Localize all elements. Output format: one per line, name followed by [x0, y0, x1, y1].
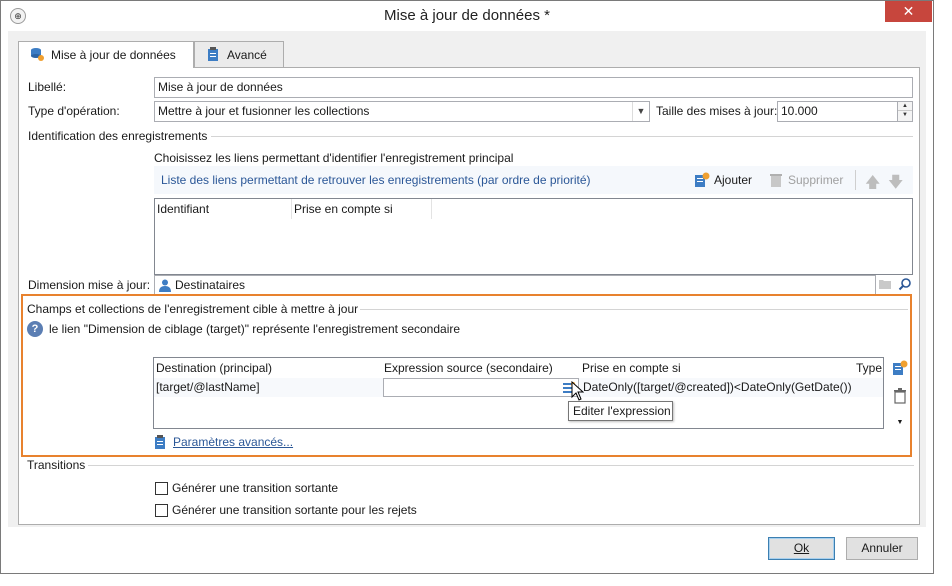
links-toolbar: Liste des liens permettant de retrouver …: [154, 166, 913, 194]
move-down-icon[interactable]: 🡇: [888, 172, 904, 191]
clipboard-icon: [155, 435, 165, 449]
expression-source-input[interactable]: [383, 378, 579, 397]
ok-label: Ok: [793, 541, 810, 555]
dimension-field[interactable]: Destinataires: [154, 275, 876, 296]
grid-column-header[interactable]: Expression source (secondaire): [382, 358, 580, 378]
clipboard-icon: [208, 47, 218, 61]
title-bar: ⊕ Mise à jour de données * ✕: [1, 1, 933, 31]
grid-column-header[interactable]: Type: [854, 358, 884, 378]
row-condition: DateOnly([target/@created])<DateOnly(Get…: [583, 380, 852, 394]
folder-icon[interactable]: [876, 277, 894, 295]
add-icon: [695, 172, 710, 187]
trash-icon[interactable]: [891, 388, 909, 406]
stepper-up-icon[interactable]: ▲: [898, 102, 912, 111]
add-field-icon[interactable]: [891, 360, 909, 378]
identification-instruction: Choisissez les liens permettant d'identi…: [154, 151, 514, 165]
transition-checkbox-label: Générer une transition sortante: [172, 481, 339, 495]
tab-avance[interactable]: Avancé: [194, 41, 284, 67]
rejects-transition-checkbox[interactable]: [155, 504, 168, 517]
grid-column-header[interactable]: Prise en compte si: [292, 199, 432, 219]
window-title: Mise à jour de données *: [384, 7, 550, 24]
tooltip: Editer l'expression: [568, 401, 673, 421]
search-icon[interactable]: [896, 277, 914, 295]
links-grid[interactable]: Identifiant Prise en compte si: [154, 198, 913, 275]
dimension-label: Dimension mise à jour:: [28, 278, 151, 292]
section-divider: [211, 136, 913, 137]
transitions-section-title: Transitions: [27, 458, 86, 472]
stepper-buttons[interactable]: ▲ ▼: [897, 102, 912, 121]
links-list-title: Liste des liens permettant de retrouver …: [161, 173, 591, 187]
cancel-label: Annuler: [861, 541, 903, 555]
libelle-input[interactable]: Mise à jour de données: [154, 77, 913, 98]
type-operation-label: Type d'opération:: [28, 104, 120, 118]
champs-info-text: le lien "Dimension de ciblage (target)" …: [49, 322, 461, 336]
taille-value: 10.000: [781, 104, 818, 118]
fields-grid[interactable]: Destination (principal) Expression sourc…: [153, 357, 884, 429]
section-divider: [360, 309, 908, 310]
type-operation-select[interactable]: Mettre à jour et fusionner les collectio…: [154, 101, 650, 122]
grid-column-header[interactable]: Identifiant: [155, 199, 292, 219]
identification-section-title: Identification des enregistrements: [28, 129, 208, 143]
fields-grid-header: Destination (principal) Expression sourc…: [154, 358, 883, 378]
libelle-label: Libellé:: [28, 80, 67, 94]
move-up-icon[interactable]: 🡅: [865, 172, 881, 191]
delete-link-button[interactable]: Supprimer: [768, 172, 848, 188]
help-icon: ?: [27, 321, 43, 337]
ok-button[interactable]: Ok: [768, 537, 835, 560]
dialog-content: Mise à jour de données Avancé Libellé: M…: [8, 31, 926, 527]
grid-column-header[interactable]: Prise en compte si: [580, 358, 854, 378]
dialog-window: ⊕ Mise à jour de données * ✕ Mise à jour…: [0, 0, 934, 574]
delete-label: Supprimer: [788, 173, 844, 187]
cancel-button[interactable]: Annuler: [846, 537, 918, 560]
row-destination: [target/@lastName]: [156, 380, 260, 394]
database-update-icon: [31, 48, 44, 61]
taille-stepper[interactable]: 10.000 ▲ ▼: [777, 101, 913, 122]
advanced-settings-link[interactable]: Paramètres avancés...: [153, 434, 293, 450]
add-label: Ajouter: [714, 173, 753, 187]
dimension-value: Destinataires: [175, 278, 246, 292]
stepper-down-icon[interactable]: ▼: [898, 111, 912, 120]
tab-label: Mise à jour de données: [51, 48, 176, 62]
transition-checkbox[interactable]: [155, 482, 168, 495]
type-operation-value: Mettre à jour et fusionner les collectio…: [158, 104, 370, 118]
tab-mise-a-jour[interactable]: Mise à jour de données: [18, 41, 194, 68]
table-row[interactable]: [target/@lastName] DateOnly([target/@cre…: [154, 378, 883, 397]
cursor-icon: [571, 381, 584, 401]
tab-label: Avancé: [227, 48, 267, 62]
trash-icon: [770, 174, 782, 187]
add-link-button[interactable]: Ajouter: [694, 172, 758, 188]
grid-column-header[interactable]: Destination (principal): [154, 358, 382, 378]
user-icon: [159, 279, 171, 292]
close-button[interactable]: ✕: [885, 1, 932, 22]
toolbar-separator: [855, 170, 856, 190]
advanced-settings-label: Paramètres avancés...: [173, 435, 294, 449]
section-divider: [88, 465, 914, 466]
links-grid-header: Identifiant Prise en compte si: [155, 199, 912, 219]
chevron-down-icon[interactable]: ▼: [632, 102, 649, 121]
chevron-down-icon[interactable]: ▼: [891, 414, 909, 432]
taille-label: Taille des mises à jour:: [656, 104, 778, 118]
rejects-transition-checkbox-label: Générer une transition sortante pour les…: [172, 503, 417, 517]
champs-section-title: Champs et collections de l'enregistremen…: [27, 302, 359, 316]
